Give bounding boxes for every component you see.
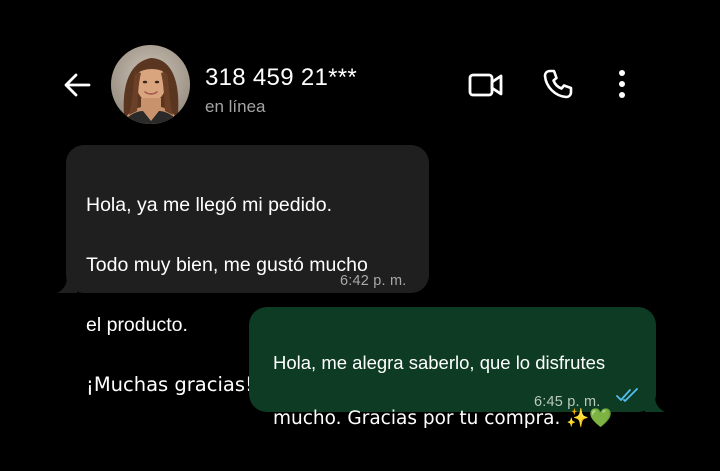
bubble-tail	[645, 396, 665, 412]
more-options-button[interactable]	[606, 64, 638, 104]
message-line: Hola, ya me llegó mi pedido.	[86, 194, 333, 216]
chat-screen: 318 459 21*** en línea Hola, ya me llegó…	[0, 0, 720, 471]
message-timestamp: 6:42 p. m.	[340, 273, 407, 289]
message-line: Hola, me alegra saberlo, que lo disfrute…	[273, 352, 606, 373]
contact-name[interactable]: 318 459 21***	[205, 64, 357, 92]
kebab-menu-icon	[619, 70, 625, 98]
message-line: Todo muy bien, me gustó mucho	[86, 254, 368, 276]
incoming-message[interactable]: Hola, ya me llegó mi pedido. Todo muy bi…	[57, 145, 429, 396]
avatar-photo	[111, 45, 190, 124]
video-call-button[interactable]	[464, 66, 508, 104]
back-button[interactable]	[58, 66, 96, 104]
phone-icon	[543, 69, 573, 99]
arrow-left-icon	[64, 73, 91, 97]
outgoing-message[interactable]: Hola, me alegra saberlo, que lo disfrute…	[249, 307, 665, 429]
contact-avatar[interactable]	[111, 45, 190, 124]
bubble-tail	[57, 277, 77, 293]
chat-header: 318 459 21*** en línea	[0, 0, 720, 140]
double-check-read-icon	[616, 388, 638, 402]
message-timestamp: 6:45 p. m.	[534, 394, 601, 410]
contact-status: en línea	[205, 97, 266, 116]
video-camera-icon	[468, 73, 503, 97]
voice-call-button[interactable]	[538, 64, 578, 104]
